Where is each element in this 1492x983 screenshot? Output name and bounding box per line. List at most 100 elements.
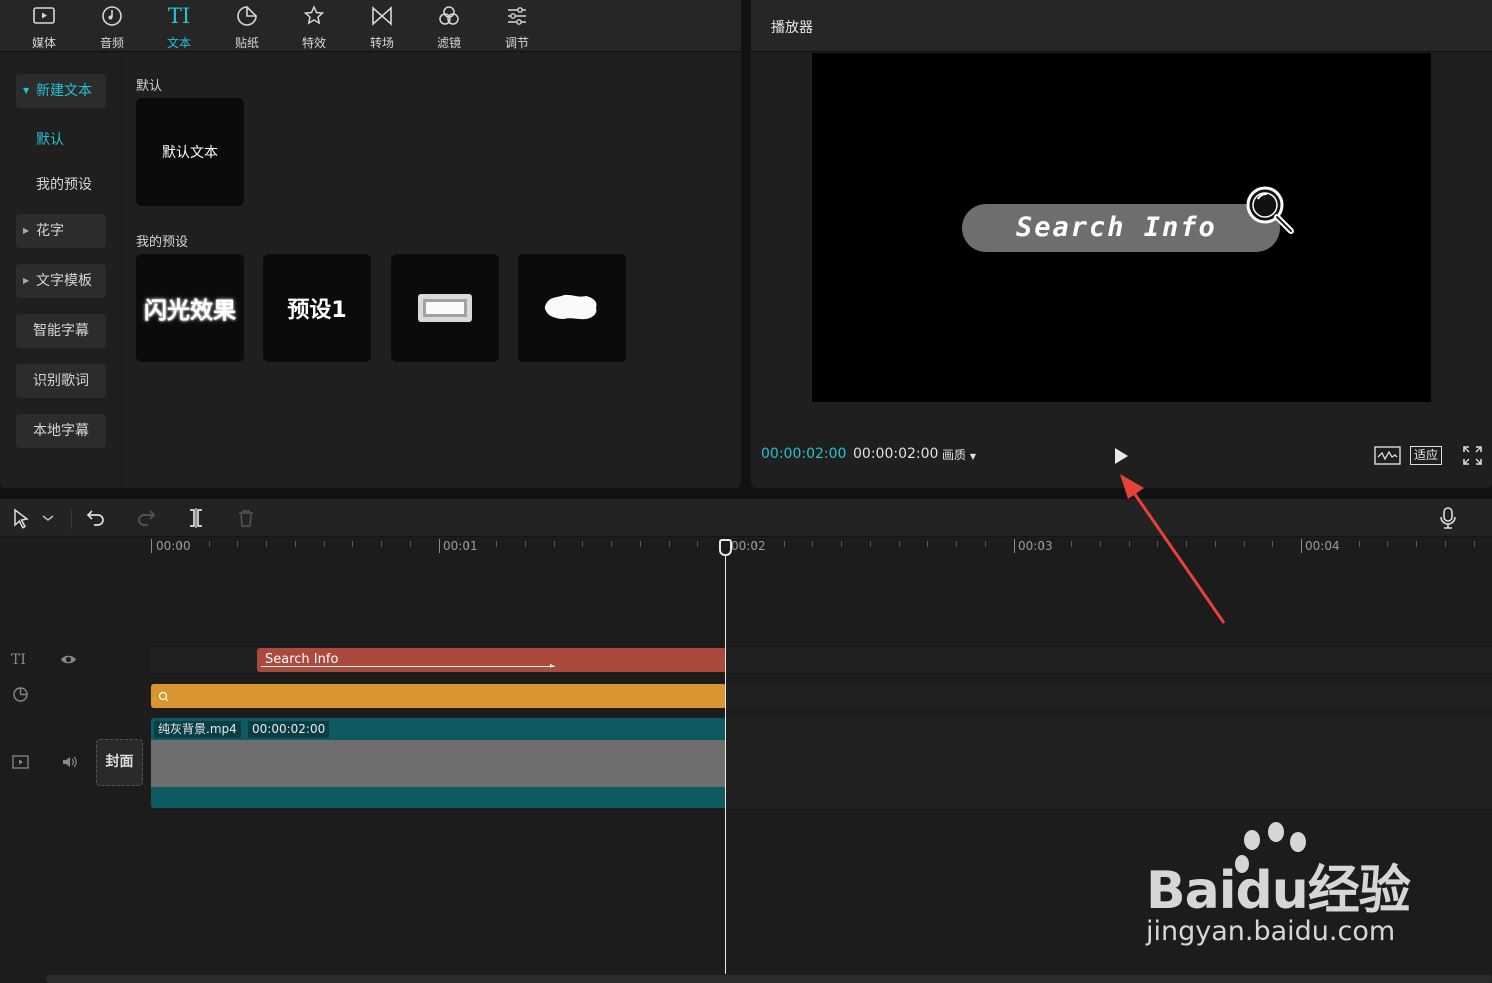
text-resource-panel: 媒体 音频 TI 文本 贴纸 特效 转场 滤镜 调节 ▼ 新建文本 默认 我的预… [0, 0, 741, 488]
play-button[interactable] [1113, 447, 1129, 465]
effects-icon [303, 5, 325, 25]
effect-clip[interactable] [151, 684, 726, 708]
nav-text-templates[interactable]: ▶ 文字模板 [16, 264, 106, 298]
preview-canvas[interactable]: Search Info [812, 53, 1431, 402]
time-ruler[interactable]: 00:00 00:01 00:02 00:03 00:04 [0, 537, 1492, 559]
playhead-handle[interactable] [719, 539, 732, 556]
chevron-down-icon[interactable] [41, 513, 55, 523]
current-time: 00:00:02:00 [761, 446, 847, 462]
player-title: 播放器 [771, 20, 813, 36]
video-clip[interactable]: 纯灰背景.mp4 00:00:02:00 [151, 718, 726, 808]
text-icon: TI [167, 4, 191, 28]
total-time: 00:00:02:00 [853, 446, 939, 462]
preset-card-1[interactable]: 预设1 [263, 254, 371, 362]
ruler-label: 00:03 [1018, 539, 1053, 553]
chevron-down-icon: ▼ [969, 452, 976, 461]
tab-media[interactable]: 媒体 [15, 0, 73, 52]
text-track-icon: TI [11, 652, 26, 668]
waveform-icon[interactable] [1374, 446, 1401, 465]
nav-fancy-text-label: 花字 [36, 223, 64, 239]
video-clip-duration: 00:00:02:00 [248, 721, 330, 738]
cover-button[interactable]: 封面 [96, 739, 143, 786]
transition-icon [372, 6, 392, 26]
default-section-title: 默认 [136, 79, 163, 94]
horizontal-scrollbar[interactable] [46, 975, 1492, 983]
text-clip-animation-line [261, 666, 555, 667]
tab-adjust[interactable]: 调节 [488, 0, 546, 52]
video-clip-name: 纯灰背景.mp4 [154, 721, 241, 738]
nav-smart-caption[interactable]: 智能字幕 [16, 314, 106, 348]
tab-audio-label: 音频 [99, 36, 124, 50]
tab-adjust-label: 调节 [504, 36, 529, 50]
eye-icon[interactable] [60, 653, 77, 666]
annotation-arrow [1120, 474, 1226, 624]
nav-new-text-label: 新建文本 [36, 83, 92, 99]
tab-media-label: 媒体 [31, 36, 56, 50]
preset-card-4[interactable] [518, 254, 626, 362]
collapse-triangle-icon: ▶ [23, 226, 30, 235]
quality-label: 画质 [942, 448, 967, 462]
fit-ratio-button[interactable]: 适应 [1410, 446, 1442, 465]
microphone-icon[interactable] [1439, 507, 1457, 529]
undo-icon[interactable] [86, 508, 106, 527]
video-track-icon [12, 755, 29, 769]
nav-fancy-text[interactable]: ▶ 花字 [16, 214, 106, 248]
text-clip[interactable]: Search Info ▸ [257, 648, 726, 672]
tab-effects-label: 特效 [301, 36, 326, 50]
tab-filter[interactable]: 滤镜 [420, 0, 478, 52]
quality-dropdown[interactable]: 画质 ▼ [942, 446, 976, 463]
redo-icon[interactable] [136, 508, 156, 527]
select-cursor-icon[interactable] [12, 508, 32, 529]
ruler-label: 00:00 [156, 539, 191, 553]
tab-text-label: 文本 [166, 36, 191, 50]
text-clip-label: Search Info [265, 652, 339, 667]
nav-text-templates-label: 文字模板 [36, 273, 92, 289]
ruler-label: 00:02 [731, 539, 766, 553]
media-icon [33, 7, 55, 24]
blurred-preset-preview [418, 294, 472, 322]
playhead[interactable] [725, 544, 726, 974]
split-icon[interactable] [187, 508, 205, 528]
tab-filter-label: 滤镜 [436, 36, 461, 50]
blurred-preset-preview [544, 294, 597, 320]
collapse-triangle-icon: ▶ [23, 276, 30, 285]
adjust-icon [508, 7, 526, 25]
player-panel: 播放器 Search Info 00:00:02:00 00:00:02:00 … [751, 0, 1492, 488]
preset-card-3[interactable] [391, 254, 499, 362]
tab-sticker[interactable]: 贴纸 [218, 0, 276, 52]
effect-clip-icon [158, 691, 169, 702]
sticker-icon [237, 6, 257, 26]
nav-my-presets[interactable]: 我的预设 [36, 174, 92, 194]
player-header: 播放器 [751, 0, 1492, 52]
default-text-card[interactable]: 默认文本 [136, 98, 244, 206]
ruler-label: 00:04 [1305, 539, 1340, 553]
nav-local-caption[interactable]: 本地字幕 [16, 414, 106, 448]
arrow-right-icon: ▸ [550, 661, 555, 670]
audio-icon [102, 6, 122, 26]
paw-icon [1235, 822, 1306, 873]
tab-effects[interactable]: 特效 [285, 0, 343, 52]
effect-track-icon [13, 687, 28, 702]
tab-transition[interactable]: 转场 [353, 0, 411, 52]
filter-icon [439, 6, 459, 25]
nav-recognize-lyrics[interactable]: 识别歌词 [16, 364, 106, 398]
tab-sticker-label: 贴纸 [234, 36, 259, 50]
preset-card-flash[interactable]: 闪光效果 [136, 254, 244, 362]
delete-icon[interactable] [237, 509, 255, 527]
baidu-watermark-url: jingyan.baidu.com [1146, 916, 1396, 947]
tab-audio[interactable]: 音频 [83, 0, 141, 52]
volume-icon[interactable] [61, 755, 78, 769]
tab-text[interactable]: TI 文本 [150, 0, 208, 52]
nav-default[interactable]: 默认 [36, 129, 64, 149]
video-thumbnail [151, 740, 726, 787]
ruler-label: 00:01 [443, 539, 478, 553]
text-category-nav: ▼ 新建文本 默认 我的预设 ▶ 花字 ▶ 文字模板 智能字幕 识别歌词 本地字… [0, 53, 122, 488]
expand-triangle-icon: ▼ [23, 86, 30, 95]
nav-new-text[interactable]: ▼ 新建文本 [16, 74, 106, 108]
magnifier-icon [1246, 186, 1294, 234]
fullscreen-icon[interactable] [1463, 446, 1482, 465]
toolbar-divider [71, 509, 72, 529]
preview-search-info-text: Search Info [962, 204, 1280, 252]
resource-toolbar: 媒体 音频 TI 文本 贴纸 特效 转场 滤镜 调节 [0, 0, 741, 52]
presets-section-title: 我的预设 [136, 235, 189, 250]
